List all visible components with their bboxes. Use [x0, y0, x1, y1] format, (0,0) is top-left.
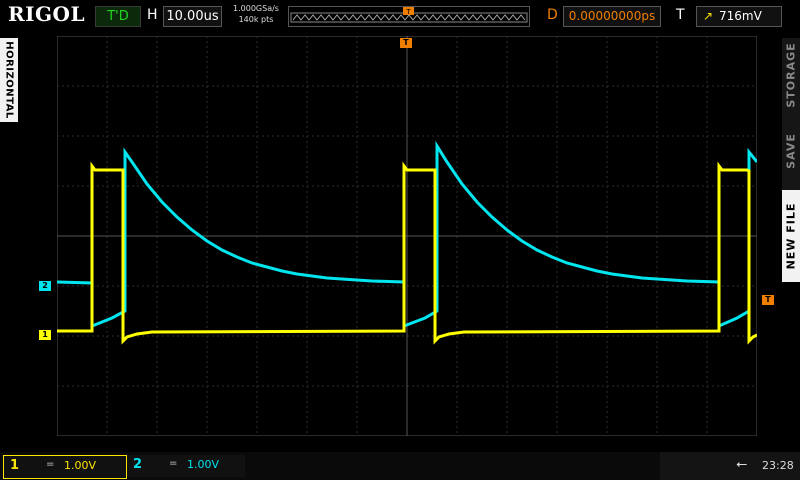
memory-position-bar[interactable]: T [288, 6, 530, 27]
delay-value[interactable]: 0.00000000ps [563, 6, 661, 27]
horizontal-menu-label: HORIZONTAL [3, 41, 15, 119]
trigger-position-marker[interactable]: T [400, 38, 412, 48]
new-file-menu-item[interactable]: NEW FILE [782, 190, 800, 282]
channel-2-settings[interactable]: 2 = 1.00V [127, 455, 245, 477]
brand-logo: RIGOL [8, 2, 86, 26]
channel-2-scale: 1.00V [187, 458, 220, 471]
run-status-badge[interactable]: T'D [95, 6, 141, 27]
top-status-bar: RIGOL T'D H 10.00us 1.000GSa/s 140k pts … [0, 0, 800, 32]
acquisition-info: 1.000GSa/s 140k pts [226, 3, 286, 25]
rising-edge-icon: ↗ [703, 9, 714, 23]
timebase-value[interactable]: 10.00us [163, 6, 222, 27]
horizontal-label: H [147, 7, 158, 23]
clock: 23:28 [762, 459, 794, 472]
waveform-display [57, 36, 757, 436]
trigger-settings[interactable]: ↗ 716mV [696, 6, 782, 27]
trigger-level: 716mV [719, 9, 762, 23]
trigger-label: T [676, 7, 685, 23]
memory-waveform-icon: T [290, 7, 528, 23]
save-label: SAVE [784, 133, 798, 169]
save-menu-item[interactable]: SAVE [782, 116, 800, 186]
channel-1-number: 1 [10, 458, 20, 473]
sample-rate: 1.000GSa/s [233, 4, 279, 13]
storage-menu-item[interactable]: STORAGE [782, 38, 800, 112]
channel-1-scale: 1.00V [64, 459, 97, 472]
dc-coupling-icon: = [169, 458, 178, 469]
trigger-level-marker[interactable]: T [762, 295, 774, 305]
dc-coupling-icon: = [46, 459, 55, 470]
storage-menu: STORAGE SAVE NEW FILE [782, 38, 800, 282]
horizontal-menu-tab[interactable]: HORIZONTAL [0, 38, 18, 122]
new-file-label: NEW FILE [784, 202, 798, 270]
memory-trigger-marker: T [405, 8, 411, 16]
channel-2-marker[interactable]: 2 [39, 281, 51, 291]
channel-1-settings[interactable]: 1 = 1.00V [3, 455, 127, 479]
delay-label: D [547, 7, 558, 23]
usb-icon: ⭠ [736, 456, 748, 472]
channel-2-number: 2 [133, 457, 143, 472]
memory-depth: 140k pts [238, 15, 274, 24]
channel-1-marker[interactable]: 1 [39, 330, 51, 340]
storage-label: STORAGE [784, 42, 798, 108]
